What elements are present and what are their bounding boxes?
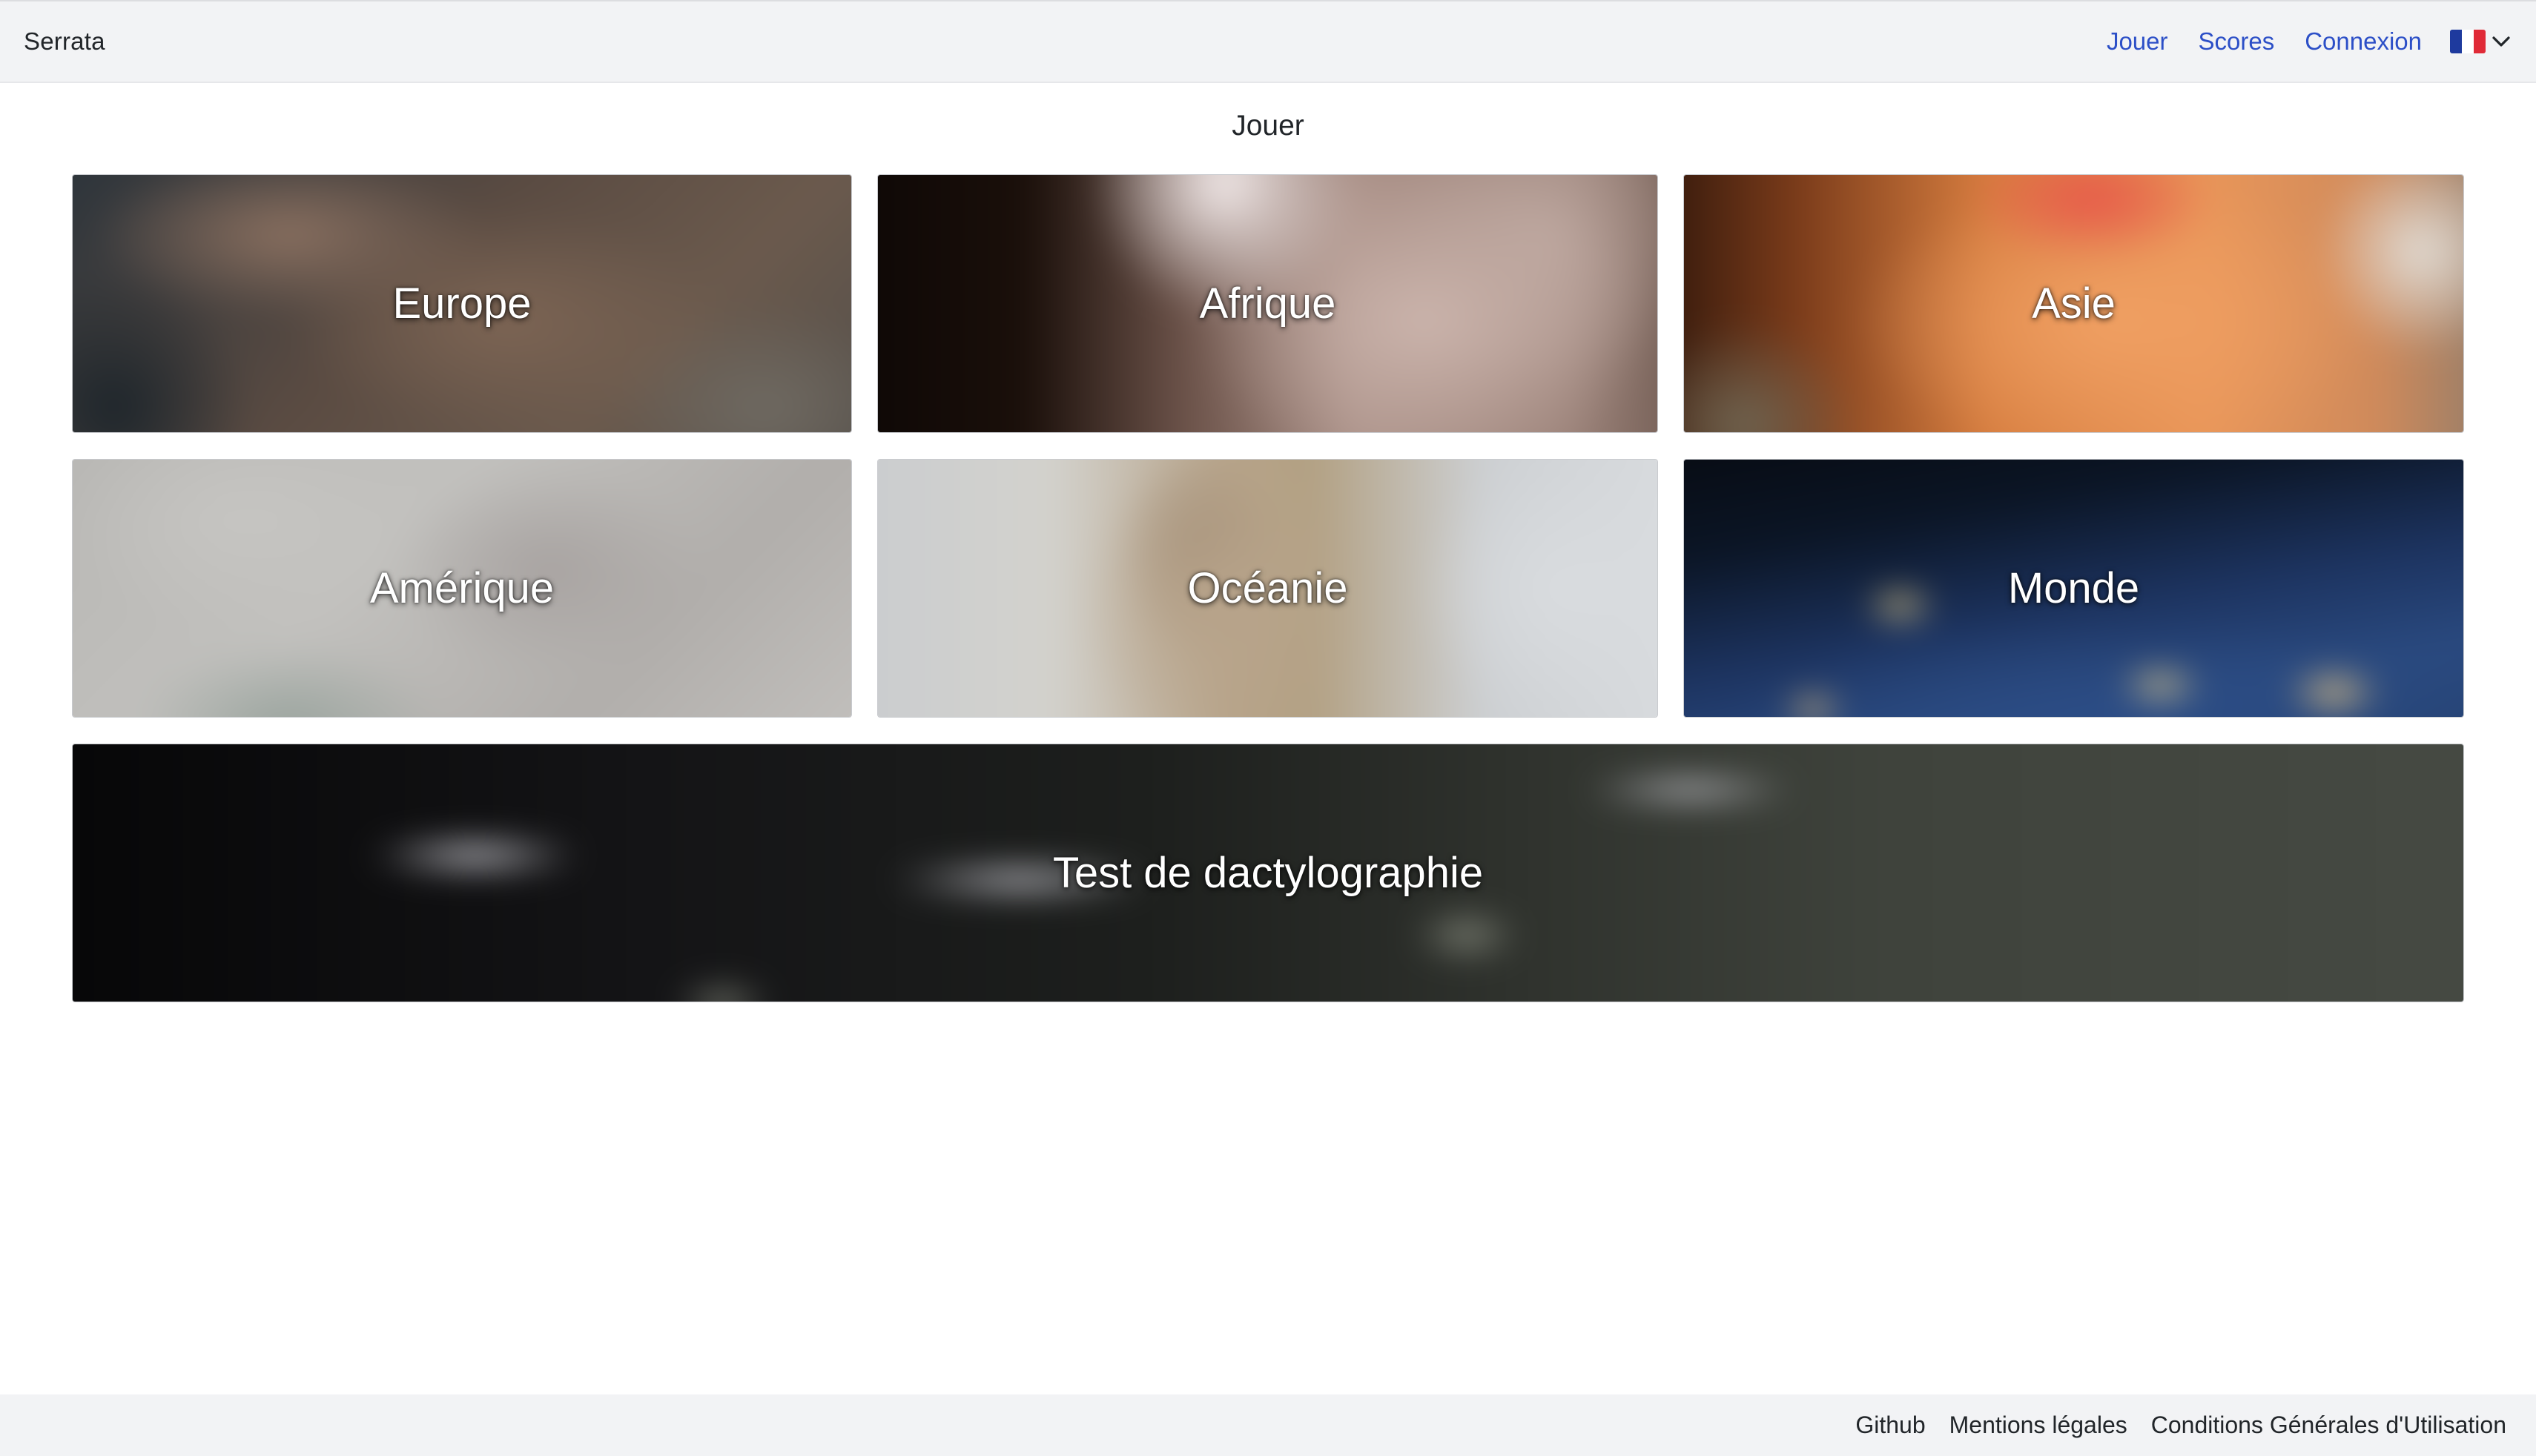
page-title: Jouer [1232, 110, 1304, 142]
card-label: Océanie [1187, 564, 1348, 612]
game-card-typing-test[interactable]: Test de dactylographie [72, 744, 2464, 1002]
footer-link-cgu[interactable]: Conditions Générales d'Utilisation [2151, 1412, 2506, 1439]
chevron-down-icon [2492, 36, 2510, 47]
card-label: Asie [2032, 279, 2116, 328]
card-label: Amérique [369, 564, 555, 612]
game-card-asie[interactable]: Asie [1683, 174, 2464, 433]
game-card-amerique[interactable]: Amérique [72, 459, 852, 718]
card-label: Afrique [1199, 279, 1336, 328]
top-navbar: Serrata Jouer Scores Connexion [0, 0, 2536, 83]
nav-links: Jouer Scores Connexion [2076, 27, 2512, 56]
brand-link[interactable]: Serrata [24, 27, 105, 56]
nav-link-jouer[interactable]: Jouer [2107, 27, 2168, 56]
game-card-afrique[interactable]: Afrique [877, 174, 1658, 433]
footer-link-mentions-legales[interactable]: Mentions légales [1949, 1412, 2127, 1439]
footer-link-github[interactable]: Github [1855, 1412, 1925, 1439]
game-card-monde[interactable]: Monde [1683, 459, 2464, 718]
flag-stripe-red [2474, 30, 2486, 53]
flag-stripe-white [2462, 30, 2474, 53]
game-card-europe[interactable]: Europe [72, 174, 852, 433]
france-flag-icon [2450, 30, 2486, 53]
nav-link-scores[interactable]: Scores [2199, 27, 2275, 56]
game-card-oceanie[interactable]: Océanie [877, 459, 1658, 718]
nav-link-connexion[interactable]: Connexion [2305, 27, 2422, 56]
language-dropdown[interactable] [2450, 30, 2512, 53]
card-label: Monde [2007, 564, 2140, 612]
card-label: Europe [392, 279, 532, 328]
flag-stripe-blue [2450, 30, 2462, 53]
footer: Github Mentions légales Conditions Génér… [0, 1394, 2536, 1456]
card-label: Test de dactylographie [1052, 849, 1484, 897]
